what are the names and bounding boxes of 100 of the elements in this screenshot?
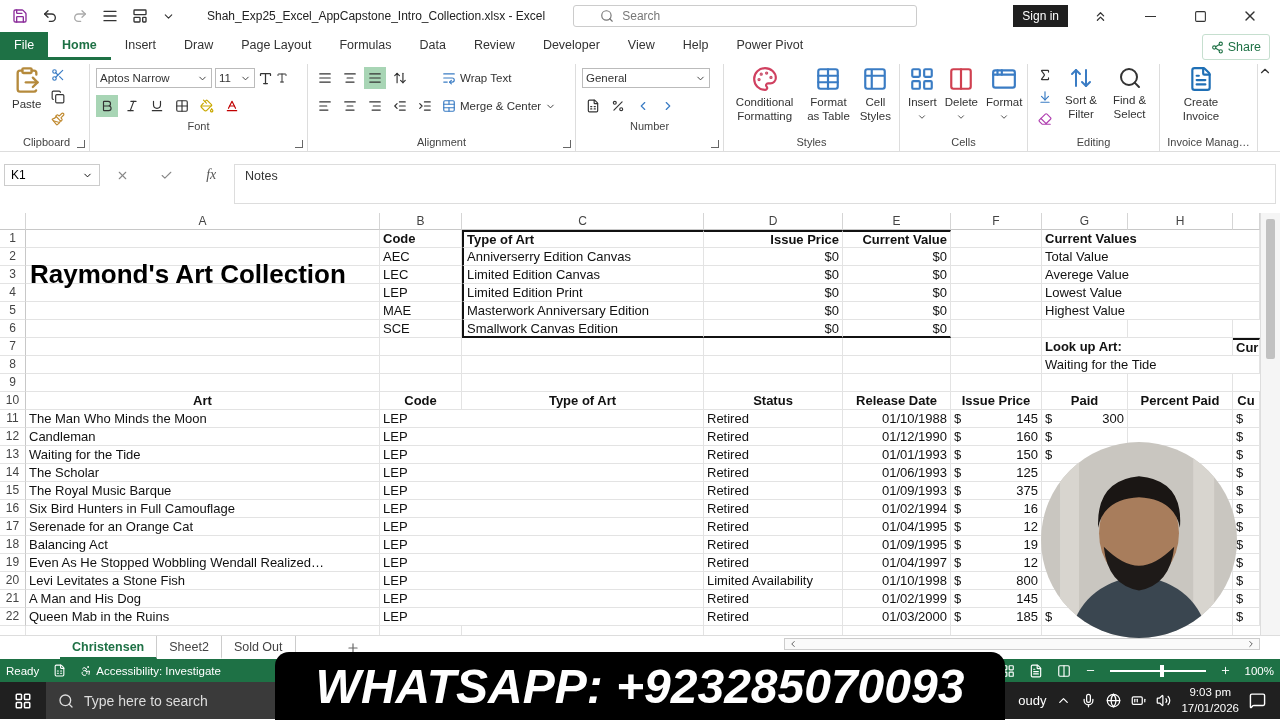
currency-symbol: $ [1045, 608, 1053, 625]
eraser-icon [1038, 112, 1052, 126]
cell-amount: 150 [1016, 446, 1038, 463]
ribbon-tab[interactable]: Formulas [325, 32, 406, 60]
add-sheet-button[interactable] [345, 640, 360, 655]
volume-icon[interactable] [1156, 693, 1172, 708]
ribbon-tab[interactable]: Developer [528, 32, 614, 60]
ribbon-tab[interactable]: Data [405, 32, 460, 60]
cell-amount: 185 [1016, 608, 1038, 625]
currency-symbol: $ [954, 572, 962, 589]
formula-field[interactable]: Notes [234, 164, 1276, 204]
vertical-scrollbar[interactable] [1260, 213, 1280, 635]
percent-icon [611, 99, 625, 113]
undo-icon[interactable] [42, 8, 58, 24]
row-number[interactable]: 7 [0, 338, 26, 356]
styles-button[interactable]: Conditional Formatting [730, 64, 800, 126]
row-number[interactable]: 2 [0, 248, 26, 266]
form-icon[interactable] [132, 8, 148, 24]
wrap-text-button[interactable]: Wrap Text [440, 71, 514, 85]
notification-icon[interactable] [1249, 692, 1266, 709]
bold-icon [100, 99, 114, 113]
share-button[interactable]: Share [1201, 34, 1270, 60]
cells-button[interactable]: Format [984, 64, 1025, 125]
table-cell: Cur [1233, 338, 1260, 356]
row-number[interactable]: 8 [0, 356, 26, 374]
column-header[interactable]: G [1042, 213, 1128, 230]
bottom-align-button[interactable] [364, 67, 386, 89]
sign-in-button[interactable]: Sign in [1013, 5, 1068, 27]
table-cell: Smallwork Canvas Edition [462, 320, 704, 338]
page-layout-icon[interactable] [1028, 663, 1043, 678]
ribbon-tab[interactable]: Home [48, 32, 111, 60]
ribbon-tab[interactable]: Insert [110, 32, 170, 60]
ribbon-tab[interactable]: View [613, 32, 669, 60]
row-number[interactable]: 1 [0, 230, 26, 248]
shrink-font-icon[interactable] [276, 72, 288, 84]
table-cell: Current Values [1042, 230, 1260, 248]
ribbon-tab[interactable]: Page Layout [227, 32, 326, 60]
microphone-icon[interactable] [1081, 693, 1097, 708]
currency-symbol: $ [1236, 500, 1244, 517]
row-number[interactable]: 9 [0, 374, 26, 392]
lines-icon[interactable] [102, 8, 118, 24]
globe-icon[interactable] [1106, 693, 1122, 708]
ribbon-tab[interactable]: Review [459, 32, 529, 60]
clock[interactable]: 9:03 pm 17/01/2026 [1181, 685, 1239, 716]
accessibility-status[interactable]: Accessibility: Investigate [96, 664, 221, 677]
cells-button[interactable]: Delete [942, 64, 980, 125]
name-box[interactable]: K1 [4, 164, 100, 186]
grow-font-icon[interactable] [258, 70, 273, 86]
paste-button[interactable]: Paste [10, 64, 44, 114]
window-title: Shah_Exp25_Excel_AppCapstone_Intro_Collection.xlsx - Excel [207, 9, 546, 23]
font-size-field[interactable]: 11 [215, 68, 255, 88]
column-header[interactable]: H [1128, 213, 1233, 230]
row-number[interactable]: 6 [0, 320, 26, 338]
merge-center-button[interactable]: Merge & Center [440, 99, 559, 113]
ribbon-tab[interactable]: File [0, 32, 48, 60]
currency-symbol: $ [1236, 518, 1244, 535]
ribbon-tab[interactable]: Power Pivot [722, 32, 818, 60]
currency-symbol: $ [1236, 464, 1244, 481]
column-header[interactable]: F [951, 213, 1042, 230]
currency-symbol: $ [954, 536, 962, 553]
row-number[interactable]: 4 [0, 284, 26, 302]
grid-icon [175, 99, 189, 113]
styles-button[interactable]: Format as Table [803, 64, 854, 126]
editing-button[interactable]: Find & Select [1106, 64, 1153, 124]
editing-button[interactable]: Sort & Filter [1060, 64, 1103, 124]
sheet-tab[interactable]: Christensen [60, 636, 158, 659]
merge-icon [442, 99, 456, 113]
start-icon[interactable] [14, 691, 32, 710]
cells-button[interactable]: Insert [906, 64, 939, 125]
search-field[interactable]: Search [573, 5, 918, 27]
ribbon-tab[interactable]: Help [668, 32, 723, 60]
page-break-icon[interactable] [1056, 663, 1071, 678]
zoom-thumb[interactable] [1160, 664, 1165, 677]
bold-button[interactable] [96, 95, 118, 117]
insert-function-button[interactable]: fx [204, 167, 219, 183]
group-label: Clipboard [21, 136, 72, 150]
zoom-level[interactable]: 100% [1244, 664, 1274, 677]
horizontal-scrollbar[interactable] [784, 638, 1260, 650]
column-header[interactable]: E [843, 213, 951, 230]
currency-symbol: $ [1236, 590, 1244, 607]
zoom-in-icon[interactable] [1219, 665, 1231, 676]
styles-button[interactable]: Cell Styles [857, 64, 893, 126]
save-icon[interactable] [12, 8, 28, 24]
ribbon-tab[interactable]: Draw [170, 32, 228, 60]
number-format-field[interactable]: General [582, 68, 710, 88]
column-header[interactable]: A [26, 213, 380, 230]
lines-icon [368, 71, 382, 85]
row-number[interactable]: 3 [0, 266, 26, 284]
column-header[interactable]: C [462, 213, 704, 230]
column-header[interactable]: D [704, 213, 843, 230]
font-name-field[interactable]: Aptos Narrow [96, 68, 212, 88]
taskbar-search-field[interactable]: Type here to search [46, 682, 276, 719]
arrow-left-icon [788, 639, 798, 649]
battery-icon[interactable] [1131, 693, 1147, 708]
row-number[interactable]: 5 [0, 302, 26, 320]
create-invoice-button[interactable]: Create Invoice [1166, 64, 1236, 126]
column-header[interactable]: B [380, 213, 462, 230]
currency-symbol: $ [954, 518, 962, 535]
weather-text[interactable]: oudy [1018, 693, 1047, 708]
currency-symbol: $ [954, 446, 962, 463]
